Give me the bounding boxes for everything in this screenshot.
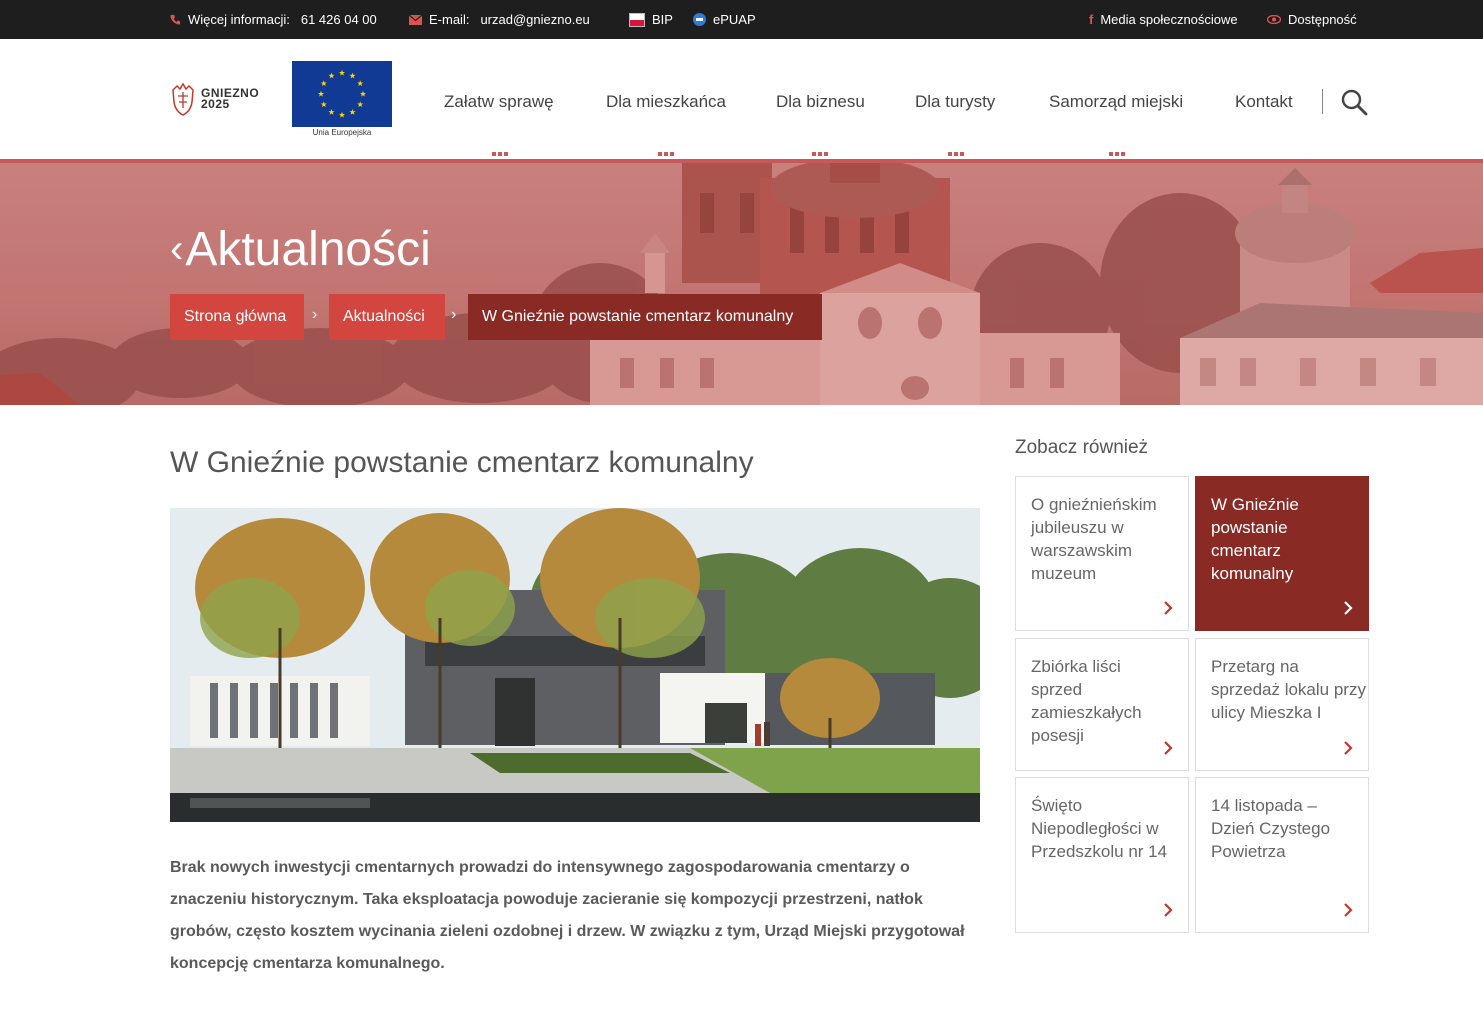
bip-label: BIP — [652, 12, 673, 27]
article-paragraph: Brak nowych inwestycji cmentarnych prowa… — [170, 859, 965, 972]
logo-line-2: 2025 — [201, 97, 230, 111]
related-card[interactable]: Zbiórka liści sprzed zamieszkałych poses… — [1015, 638, 1189, 771]
breadcrumb-separator-icon: › — [451, 306, 457, 323]
eu-star-icon — [320, 80, 327, 87]
top-bar: Więcej informacji: 61 426 04 00 E-mail: … — [0, 0, 1483, 39]
accessibility-link[interactable]: Dostępność — [1267, 0, 1357, 39]
nav-kontakt[interactable]: Kontakt — [1235, 92, 1293, 112]
eu-star-icon — [338, 111, 346, 118]
eu-star-icon — [338, 69, 346, 76]
chevron-right-icon — [1344, 601, 1353, 615]
social-label: Media społecznościowe — [1100, 12, 1238, 27]
related-card-title: O gnieźnieńskim jubileuszu w warszawskim… — [1031, 495, 1157, 583]
email-address[interactable]: urzad@gniezno.eu — [480, 12, 589, 27]
phone-icon — [170, 14, 181, 25]
breadcrumb-separator-icon: › — [312, 306, 318, 323]
envelope-icon — [409, 14, 422, 25]
nav-dots-icon — [492, 152, 512, 156]
nav-dots-icon — [658, 152, 678, 156]
epuap-label: ePUAP — [713, 12, 756, 27]
related-card-title: Zbiórka liści sprzed zamieszkałych poses… — [1031, 657, 1142, 745]
email-info[interactable]: E-mail: urzad@gniezno.eu — [409, 0, 590, 39]
epuap-link[interactable]: ePUAP — [693, 0, 756, 39]
social-media-link[interactable]: f Media społecznościowe — [1089, 0, 1238, 39]
accessibility-label: Dostępność — [1288, 12, 1357, 27]
hero-title-text: Aktualności — [185, 223, 431, 276]
eu-star-icon — [320, 101, 327, 108]
nav-dots-icon — [948, 152, 968, 156]
nav-divider — [1322, 89, 1323, 114]
article-image — [170, 508, 980, 822]
eu-star-icon — [349, 72, 356, 79]
nav-dla-turysty[interactable]: Dla turysty — [915, 92, 995, 112]
chevron-right-icon — [1164, 601, 1173, 615]
nav-dla-biznesu[interactable]: Dla biznesu — [776, 92, 865, 112]
eu-star-icon — [328, 72, 335, 79]
hero-title: ‹Aktualności — [170, 222, 431, 277]
back-chevron-icon[interactable]: ‹ — [170, 227, 183, 271]
eu-caption: Unia Europejska — [312, 128, 372, 137]
chevron-right-icon — [1164, 903, 1173, 917]
eu-star-icon — [357, 101, 364, 108]
phone-info[interactable]: Więcej informacji: 61 426 04 00 — [170, 0, 377, 39]
chevron-right-icon — [1344, 903, 1353, 917]
hero-banner — [0, 163, 1483, 405]
related-card[interactable]: O gnieźnieńskim jubileuszu w warszawskim… — [1015, 476, 1189, 631]
eye-icon — [1267, 15, 1281, 24]
eu-stars-icon — [317, 69, 367, 118]
cemetery-building-image — [170, 508, 980, 822]
nav-dots-icon — [1109, 152, 1129, 156]
related-card[interactable]: Przetarg na sprzedaż lokalu przy ulicy M… — [1195, 638, 1369, 771]
gniezno-2025-logo[interactable]: GNIEZNO 2025 — [170, 82, 259, 116]
nav-samorzad-miejski[interactable]: Samorząd miejski — [1049, 92, 1183, 112]
breadcrumb-news[interactable]: Aktualności — [329, 294, 445, 340]
see-also-heading: Zobacz również — [1015, 437, 1149, 458]
bip-link[interactable]: BIP — [629, 0, 673, 39]
related-card-title: W Gnieźnie powstanie cmentarz komunalny — [1211, 495, 1299, 583]
eu-star-icon — [359, 90, 367, 97]
nav-zalatw-sprawe[interactable]: Załatw sprawę — [444, 92, 554, 112]
chevron-right-icon — [1164, 741, 1173, 755]
eu-star-icon — [357, 80, 364, 87]
breadcrumb-home[interactable]: Strona główna — [170, 294, 304, 340]
nav-dla-mieszkanca[interactable]: Dla mieszkańca — [606, 92, 726, 112]
eu-star-icon — [317, 90, 325, 97]
breadcrumb-current: W Gnieźnie powstanie cmentarz komunalny — [468, 294, 822, 340]
related-card-title: Święto Niepodległości w Przedszkolu nr 1… — [1031, 796, 1168, 861]
chevron-right-icon — [1344, 741, 1353, 755]
phone-label: Więcej informacji: — [188, 12, 290, 27]
related-card-active[interactable]: W Gnieźnie powstanie cmentarz komunalny — [1195, 476, 1369, 631]
gniezno-crest-icon — [172, 82, 194, 116]
bip-flag-icon — [629, 12, 645, 27]
search-icon[interactable] — [1340, 88, 1368, 116]
eu-star-icon — [349, 108, 356, 115]
email-label: E-mail: — [429, 12, 470, 27]
related-card[interactable]: Święto Niepodległości w Przedszkolu nr 1… — [1015, 777, 1189, 933]
related-card[interactable]: 14 listopada – Dzień Czystego Powietrza — [1195, 777, 1369, 933]
related-card-title: Przetarg na sprzedaż lokalu przy ulicy M… — [1211, 657, 1366, 722]
article-title: W Gnieźnie powstanie cmentarz komunalny — [170, 446, 754, 479]
hero-city-image — [0, 163, 1483, 405]
nav-dots-icon — [812, 152, 832, 156]
related-card-title: 14 listopada – Dzień Czystego Powietrza — [1211, 796, 1331, 861]
facebook-icon: f — [1089, 12, 1094, 27]
eu-flag-logo — [292, 61, 392, 127]
article-body: Brak nowych inwestycji cmentarnych prowa… — [170, 852, 985, 980]
eu-star-icon — [328, 108, 335, 115]
phone-number[interactable]: 61 426 04 00 — [301, 12, 377, 27]
epuap-icon — [693, 13, 706, 26]
